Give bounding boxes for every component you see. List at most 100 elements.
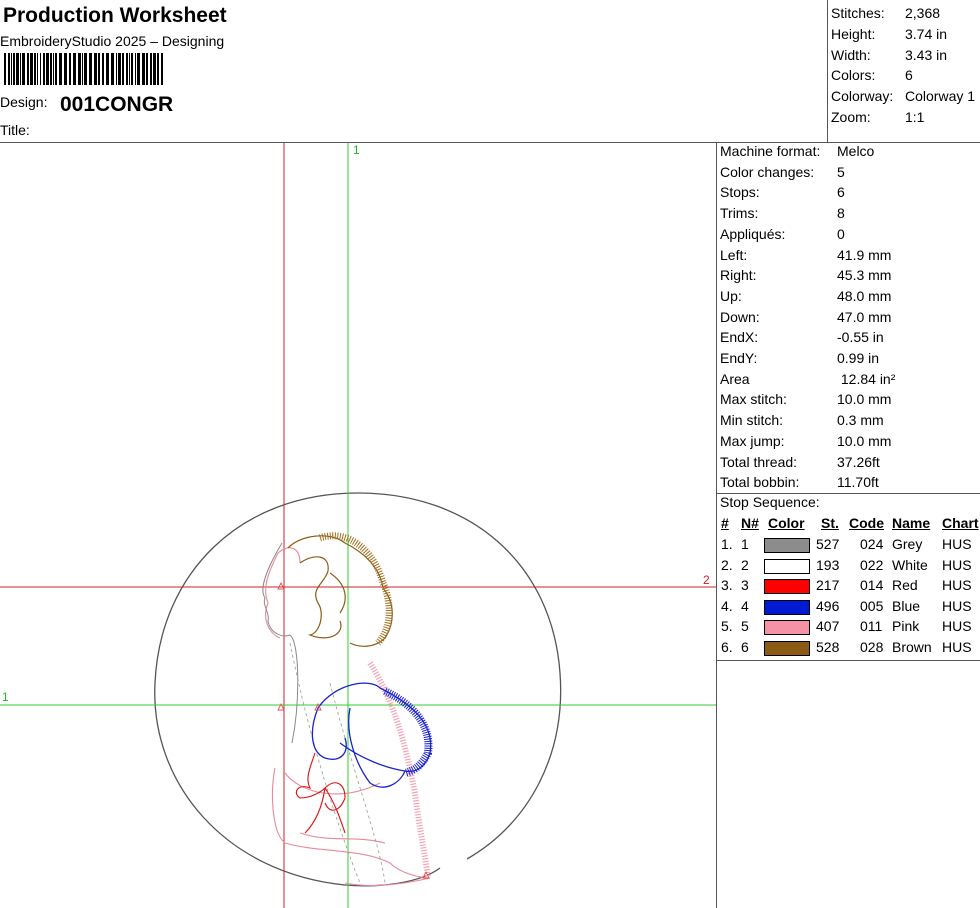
barcode-bar — [37, 53, 38, 85]
detail-label: EndX: — [720, 329, 759, 346]
cell-needle: 3 — [741, 577, 749, 594]
detail-label: Area — [720, 370, 750, 387]
summary-value: 6 — [905, 67, 913, 84]
barcode-bar — [98, 53, 100, 85]
cell-index: 2. — [721, 556, 733, 573]
embroidery-artwork — [262, 532, 433, 886]
cell-code: 024 — [860, 536, 884, 552]
detail-value: 12.84 in² — [837, 370, 896, 387]
cell-needle: 4 — [741, 597, 749, 614]
barcode-bar — [4, 53, 6, 85]
detail-value: 45.3 mm — [837, 267, 892, 284]
header-col-chart: Chart — [942, 515, 979, 531]
cell-index: 3. — [721, 577, 733, 594]
summary-value: 3.74 in — [905, 25, 948, 42]
summary-label: Colors: — [831, 67, 876, 84]
detail-label: EndY: — [720, 350, 758, 366]
barcode-bar — [89, 53, 92, 85]
cell-chart: HUS — [942, 577, 972, 594]
barcode-bar — [82, 53, 83, 85]
barcode-bar — [43, 53, 45, 85]
cell-needle: 1 — [741, 536, 749, 552]
cell-stitches: 193 — [816, 556, 840, 573]
summary-label: Width: — [831, 46, 871, 63]
barcode-bar — [20, 53, 21, 85]
cell-name: Grey — [892, 536, 923, 552]
barcode-bar — [69, 53, 71, 85]
table-row: 3. 3 217 014 Red HUS — [717, 577, 980, 597]
summary-value: 1:1 — [905, 109, 925, 125]
cell-name: White — [892, 556, 928, 573]
detail-value: 5 — [837, 163, 845, 180]
barcode-bar — [8, 53, 10, 85]
header-col-name: Name — [892, 515, 931, 531]
header-col-color: Color — [768, 515, 805, 531]
detail-label: Max stitch: — [720, 391, 787, 408]
barcode-bar — [153, 53, 156, 85]
table-row: 1. 1 527 024 Grey HUS — [717, 536, 980, 556]
detail-label: Up: — [720, 287, 742, 304]
cell-name: Red — [892, 577, 918, 594]
barcode-bar — [53, 53, 54, 85]
cell-chart: HUS — [942, 556, 972, 573]
table-row: 6. 6 528 028 Brown HUS — [717, 639, 980, 659]
summary-value: Colorway 1 — [905, 88, 976, 105]
cell-stitches: 527 — [816, 536, 840, 552]
detail-value: -0.55 in — [837, 329, 884, 346]
barcode-bar — [73, 53, 76, 85]
barcode-bar — [50, 53, 52, 85]
barcode-bar — [122, 53, 124, 85]
detail-value: 0.99 in — [837, 350, 880, 366]
barcode-bar — [161, 53, 163, 85]
cell-stitches: 528 — [816, 639, 840, 655]
hoop-outline — [154, 492, 562, 887]
color-swatch — [764, 641, 810, 656]
guide-label-h1: 1 — [2, 690, 9, 704]
barcode-bar — [150, 53, 152, 85]
barcode-bar — [34, 53, 36, 85]
header-col-needle: N# — [741, 515, 759, 531]
barcode-bar — [137, 53, 140, 85]
barcode-image — [4, 53, 163, 85]
design-label: Design: — [0, 94, 48, 110]
cell-index: 5. — [721, 618, 733, 635]
detail-value: 41.9 mm — [837, 246, 892, 263]
cell-code: 028 — [860, 639, 884, 655]
color-swatch — [764, 538, 810, 553]
barcode-bar — [118, 53, 121, 85]
header-col-code: Code — [849, 515, 884, 531]
detail-label: Max jump: — [720, 432, 785, 449]
design-name: 001CONGR — [60, 93, 174, 116]
title-label: Title: — [0, 122, 30, 138]
header-col-stitches: St. — [821, 515, 839, 531]
details-panel: Machine format: Melco Color changes: 5 Stops… — [716, 143, 980, 908]
guide-label-h2: 2 — [703, 573, 710, 587]
worksheet-header: Production Worksheet EmbroideryStudio 20… — [0, 0, 980, 143]
detail-label: Right: — [720, 267, 757, 284]
barcode-bar — [111, 53, 114, 85]
barcode-bar — [64, 53, 67, 85]
detail-label: Machine format: — [720, 143, 821, 159]
cell-stitches: 217 — [816, 577, 840, 594]
cell-chart: HUS — [942, 597, 972, 614]
summary-value: 3.43 in — [905, 46, 948, 63]
cell-code: 014 — [860, 577, 884, 594]
barcode-bar — [146, 53, 148, 85]
detail-value: 10.0 mm — [837, 432, 892, 449]
detail-value: 37.26ft — [837, 453, 880, 470]
barcode-bar — [102, 53, 104, 85]
cell-chart: HUS — [942, 536, 972, 552]
cell-name: Pink — [892, 618, 920, 635]
detail-label: Appliqués: — [720, 225, 786, 242]
table-row: 4. 4 496 005 Blue HUS — [717, 598, 980, 618]
barcode-bar — [126, 53, 128, 85]
cell-stitches: 407 — [816, 618, 840, 635]
detail-label: Trims: — [720, 205, 759, 222]
detail-value: 47.0 mm — [837, 308, 892, 325]
color-swatch — [764, 599, 810, 615]
design-preview-canvas: 1 2 1 — [0, 143, 716, 908]
detail-label: Color changes: — [720, 163, 815, 180]
barcode-bar — [142, 53, 145, 85]
cell-needle: 6 — [741, 639, 749, 655]
summary-label: Height: — [831, 25, 876, 42]
